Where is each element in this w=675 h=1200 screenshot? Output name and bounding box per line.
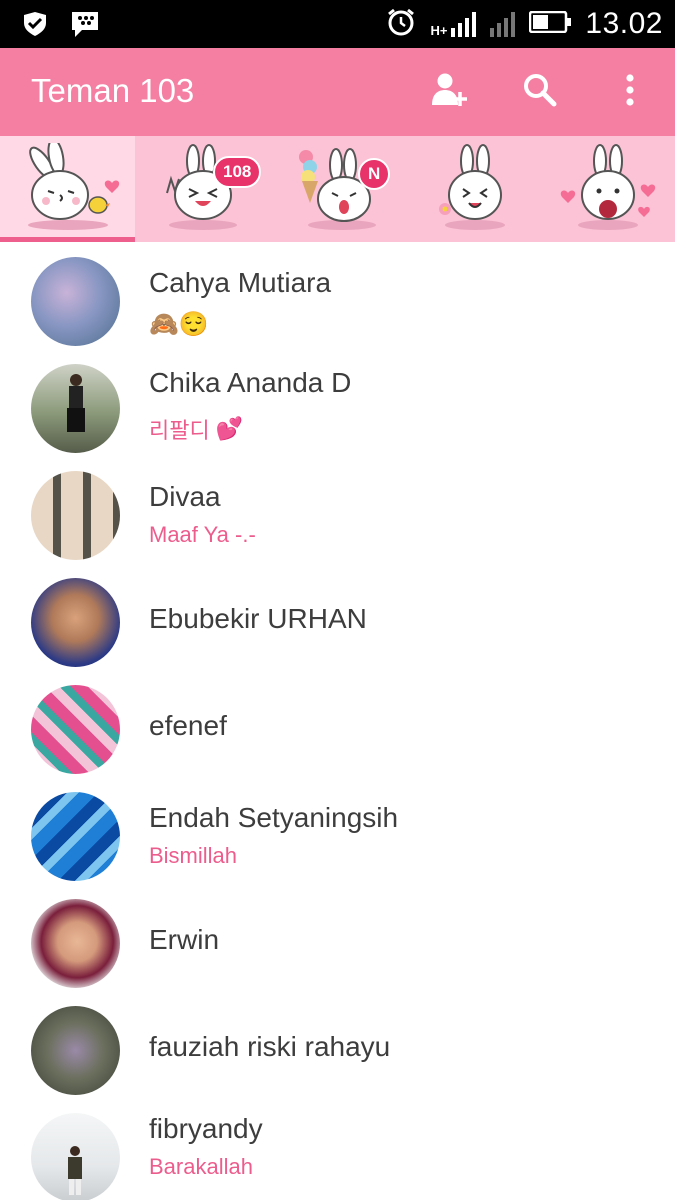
more-options-button[interactable] (585, 48, 675, 136)
bunny-flower-sticker (423, 143, 523, 236)
status-message: 리팔디 (149, 418, 210, 443)
friend-name: Ebubekir URHAN (149, 603, 367, 634)
network-type-label: H+ (430, 23, 448, 38)
avatar (31, 364, 120, 453)
avatar (31, 899, 120, 988)
list-item[interactable]: Erwin (0, 884, 675, 991)
tab-friends[interactable] (0, 136, 135, 242)
friend-name: fauziah riski rahayu (149, 1031, 391, 1062)
list-item[interactable]: Chika Ananda D 리팔디 💕 (0, 349, 675, 456)
page-title: Teman 103 (31, 72, 195, 109)
list-item[interactable]: Endah Setyaningsih Bismillah (0, 777, 675, 884)
list-item[interactable]: fibryandy Barakallah (0, 1098, 675, 1200)
avatar (31, 257, 120, 346)
avatar (31, 1113, 120, 1200)
new-badge: N (358, 158, 391, 190)
friend-list: Cahya Mutiara 🙈😌 Chika Ananda D 리팔디 💕 Di… (0, 242, 675, 1200)
add-friend-icon (431, 72, 469, 113)
avatar (31, 1006, 120, 1095)
emoji-status: 🙈😌 (149, 311, 209, 338)
friend-status: 🙈😌 (149, 310, 209, 339)
battery-icon (529, 10, 572, 38)
friend-name: efenef (149, 710, 227, 741)
avatar (31, 471, 120, 560)
friend-status: 리팔디 💕 (149, 413, 243, 445)
list-item[interactable]: Ebubekir URHAN (0, 563, 675, 670)
friend-name: Endah Setyaningsih (149, 802, 399, 833)
signal-strength-icon: H+ (430, 11, 477, 38)
add-friend-button[interactable] (405, 48, 495, 136)
friend-name: Erwin (149, 924, 220, 955)
friend-status: Maaf Ya -.- (149, 522, 256, 547)
friend-status: Barakallah (149, 1154, 253, 1179)
tab-chats[interactable]: 108 (135, 136, 270, 242)
friend-name: Divaa (149, 481, 221, 512)
shield-check-icon (22, 12, 48, 41)
avatar (31, 685, 120, 774)
avatar (31, 792, 120, 881)
tab-more[interactable] (540, 136, 675, 242)
friend-name: fibryandy (149, 1113, 263, 1144)
friend-status: Bismillah (149, 843, 238, 868)
list-item[interactable]: Divaa Maaf Ya -.- (0, 456, 675, 563)
secondary-signal-icon (490, 11, 516, 37)
tab-timeline[interactable]: N (270, 136, 405, 242)
emoji-status: 💕 (215, 416, 244, 441)
alarm-icon (386, 7, 416, 42)
search-button[interactable] (495, 48, 585, 136)
friend-name: Chika Ananda D (149, 367, 352, 398)
friend-name: Cahya Mutiara (149, 267, 332, 298)
unread-count-badge: 108 (213, 156, 262, 188)
app-bar: Teman 103 (0, 48, 675, 136)
search-icon (523, 73, 557, 112)
list-item[interactable]: efenef (0, 670, 675, 777)
clock-time: 13.02 (585, 7, 663, 40)
status-bar: H+ 13.02 (0, 0, 675, 48)
bunny-hearts-sticker (558, 143, 658, 236)
sticker-tab-bar: 108 N (0, 136, 675, 242)
bbm-icon (70, 10, 100, 43)
list-item[interactable]: fauziah riski rahayu (0, 991, 675, 1098)
avatar (31, 578, 120, 667)
more-vert-icon (625, 73, 635, 111)
bunny-kiss-sticker (12, 137, 124, 236)
list-item[interactable]: Cahya Mutiara 🙈😌 (0, 242, 675, 349)
tab-stickers[interactable] (405, 136, 540, 242)
